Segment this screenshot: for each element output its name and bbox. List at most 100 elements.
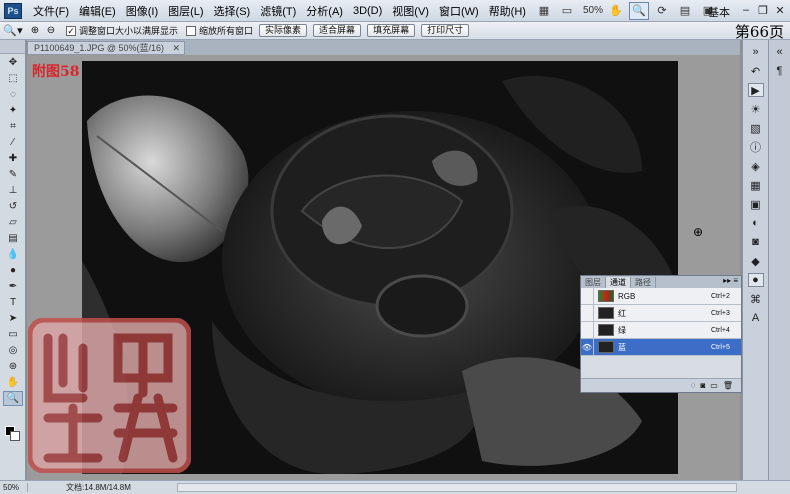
eraser-tool-icon[interactable]: ▱ bbox=[3, 215, 23, 230]
zoom-cursor-icon: ⊕ bbox=[693, 225, 704, 239]
checkbox-unchecked-icon bbox=[186, 25, 197, 36]
path-selection-tool-icon[interactable]: ➤ bbox=[3, 311, 23, 326]
character-panel-icon[interactable]: A bbox=[748, 311, 764, 325]
adjustments-panel-icon[interactable]: ☀ bbox=[748, 102, 764, 116]
zoom-preset-icon[interactable]: 🔍▾ bbox=[0, 24, 26, 37]
fit-screen-button[interactable]: 适合屏幕 bbox=[313, 24, 362, 37]
eye-icon[interactable]: 👁 bbox=[581, 339, 594, 355]
photoshop-logo: Ps bbox=[4, 2, 22, 19]
info-panel-icon[interactable]: ⓘ bbox=[748, 140, 764, 154]
pen-tool-icon[interactable]: ✒ bbox=[3, 279, 23, 294]
arrange-documents-icon[interactable]: ▤ bbox=[675, 2, 695, 20]
styles-panel-icon[interactable]: ▣ bbox=[748, 197, 764, 211]
dodge-tool-icon[interactable]: ● bbox=[3, 263, 23, 278]
shape-tool-icon[interactable]: ▭ bbox=[3, 327, 23, 342]
paths-panel-icon[interactable]: ⌘ bbox=[748, 292, 764, 306]
load-selection-icon[interactable]: ◌ bbox=[691, 381, 696, 390]
channel-shortcut: Ctrl+5 bbox=[711, 343, 730, 351]
close-icon[interactable]: ✕ bbox=[772, 2, 788, 18]
hand-tool-icon[interactable]: ✋ bbox=[606, 2, 626, 20]
clone-source-panel-icon[interactable]: ◙ bbox=[748, 235, 764, 249]
tab-paths[interactable]: 路径 bbox=[631, 277, 656, 288]
blur-tool-icon[interactable]: 💧 bbox=[3, 247, 23, 262]
status-zoom-field[interactable]: 50% bbox=[0, 483, 28, 492]
history-panel-icon[interactable]: ↶ bbox=[748, 64, 764, 78]
menu-layer[interactable]: 图层(L) bbox=[163, 3, 208, 19]
save-selection-icon[interactable]: ◙ bbox=[700, 381, 705, 390]
restore-icon[interactable]: ❐ bbox=[755, 2, 771, 18]
background-color-swatch[interactable] bbox=[10, 431, 20, 441]
document-tab[interactable]: P1100649_1.JPG @ 50%(蓝/16) ✕ bbox=[27, 41, 186, 55]
menu-analysis[interactable]: 分析(A) bbox=[301, 3, 348, 19]
menu-3d[interactable]: 3D(D) bbox=[348, 5, 387, 17]
3d-orbit-tool-icon[interactable]: ⊛ bbox=[3, 359, 23, 374]
move-tool-icon[interactable]: ✥ bbox=[3, 55, 23, 70]
gradient-tool-icon[interactable]: ▤ bbox=[3, 231, 23, 246]
menu-edit[interactable]: 编辑(E) bbox=[74, 3, 121, 19]
visibility-toggle[interactable] bbox=[581, 305, 594, 321]
fill-screen-button[interactable]: 填充屏幕 bbox=[367, 24, 416, 37]
dock-expand-icon[interactable]: « bbox=[772, 45, 788, 59]
zoom-in-icon[interactable]: ⊕ bbox=[28, 24, 42, 38]
dock-collapse-icon[interactable]: » bbox=[748, 45, 764, 59]
tab-layers[interactable]: 图层 bbox=[581, 277, 606, 288]
minimize-icon[interactable]: – bbox=[738, 2, 754, 18]
delete-channel-icon[interactable]: 🗑 bbox=[723, 381, 733, 390]
3d-rotate-tool-icon[interactable]: ◎ bbox=[3, 343, 23, 358]
tab-channels[interactable]: 通道 bbox=[606, 277, 631, 288]
view-extras-icon[interactable]: ▭ bbox=[557, 2, 577, 20]
menu-file[interactable]: 文件(F) bbox=[28, 3, 74, 19]
horizontal-scrollbar[interactable] bbox=[177, 483, 737, 492]
menu-view[interactable]: 视图(V) bbox=[387, 3, 434, 19]
visibility-toggle[interactable] bbox=[581, 322, 594, 338]
menu-help[interactable]: 帮助(H) bbox=[484, 3, 531, 19]
magic-wand-tool-icon[interactable]: ✦ bbox=[3, 103, 23, 118]
actual-pixels-button[interactable]: 实际像素 bbox=[259, 24, 308, 37]
panel-grip[interactable] bbox=[0, 40, 25, 54]
resize-windows-checkbox[interactable]: ✓ 调整窗口大小以满屏显示 bbox=[66, 24, 178, 37]
swatches-panel-icon[interactable]: ▦ bbox=[748, 178, 764, 192]
eyedropper-tool-icon[interactable]: ⁄ bbox=[3, 135, 23, 150]
channel-row-green[interactable]: 绿 Ctrl+4 bbox=[581, 322, 741, 339]
zoom-out-icon[interactable]: ⊖ bbox=[44, 24, 58, 38]
channel-row-rgb[interactable]: RGB Ctrl+2 bbox=[581, 288, 741, 305]
workspace-switcher[interactable]: 基本 bbox=[708, 4, 730, 20]
resize-windows-label: 调整窗口大小以满屏显示 bbox=[79, 26, 179, 36]
bridge-icon[interactable]: ▦ bbox=[534, 2, 554, 20]
visibility-toggle[interactable] bbox=[581, 288, 594, 304]
clone-stamp-tool-icon[interactable]: ⊥ bbox=[3, 183, 23, 198]
menu-window[interactable]: 窗口(W) bbox=[434, 3, 484, 19]
healing-brush-tool-icon[interactable]: ✚ bbox=[3, 151, 23, 166]
layers-panel-icon[interactable]: ◆ bbox=[748, 254, 764, 268]
figure-annotation: 附图58 bbox=[32, 64, 80, 80]
channel-row-blue[interactable]: 👁 蓝 Ctrl+5 bbox=[581, 339, 741, 356]
menu-select[interactable]: 选择(S) bbox=[209, 3, 256, 19]
zoom-all-windows-checkbox[interactable]: 缩放所有窗口 bbox=[186, 24, 253, 37]
channel-name: 绿 bbox=[618, 325, 626, 335]
close-tab-icon[interactable]: ✕ bbox=[173, 42, 181, 54]
rotate-view-icon[interactable]: ⟳ bbox=[652, 2, 672, 20]
crop-tool-icon[interactable]: ⌗ bbox=[3, 119, 23, 134]
marquee-tool-icon[interactable]: ⬚ bbox=[3, 71, 23, 86]
hand-tool-icon[interactable]: ✋ bbox=[3, 375, 23, 390]
channels-panel-icon[interactable]: ● bbox=[747, 273, 764, 287]
channel-row-red[interactable]: 红 Ctrl+3 bbox=[581, 305, 741, 322]
brush-tool-icon[interactable]: ✎ bbox=[3, 167, 23, 182]
zoom-level-select[interactable]: 50% bbox=[583, 5, 603, 16]
history-brush-tool-icon[interactable]: ↺ bbox=[3, 199, 23, 214]
lasso-tool-icon[interactable]: ◌ bbox=[3, 87, 23, 102]
panel-menu-icon[interactable]: ▸▸ ≡ bbox=[723, 276, 738, 285]
masks-panel-icon[interactable]: ◐ bbox=[748, 216, 764, 230]
navigator-panel-icon[interactable]: ▧ bbox=[748, 121, 764, 135]
zoom-tool-icon[interactable]: 🔍 bbox=[628, 1, 649, 20]
paragraph-panel-icon[interactable]: ¶ bbox=[772, 64, 788, 78]
menu-filter[interactable]: 滤镜(T) bbox=[255, 3, 301, 19]
new-channel-icon[interactable]: ▭ bbox=[710, 381, 718, 390]
zoom-tool-icon[interactable]: 🔍 bbox=[3, 391, 23, 406]
type-tool-icon[interactable]: T bbox=[3, 295, 23, 310]
color-panel-icon[interactable]: ◈ bbox=[748, 159, 764, 173]
actions-panel-icon[interactable]: ▶ bbox=[747, 83, 764, 97]
menu-image[interactable]: 图像(I) bbox=[121, 3, 163, 19]
channel-name: 蓝 bbox=[618, 342, 626, 352]
print-size-button[interactable]: 打印尺寸 bbox=[421, 24, 470, 37]
